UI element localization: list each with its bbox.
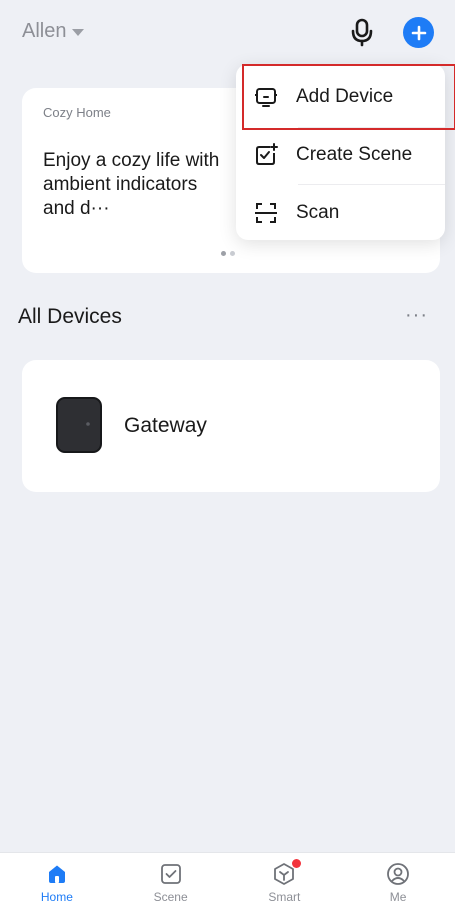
device-name: Gateway — [124, 414, 207, 437]
gateway-device-image — [55, 396, 103, 454]
tab-label: Smart — [268, 890, 301, 904]
menu-item-label: Add Device — [296, 86, 394, 107]
bottom-tab-bar: Home Scene Smart Me — [0, 852, 455, 910]
section-title: All Devices — [18, 305, 122, 328]
banner-pagination — [221, 251, 235, 256]
scene-icon — [160, 864, 181, 884]
home-name: Allen — [22, 20, 67, 42]
tab-label: Scene — [153, 890, 188, 904]
menu-item-create-scene[interactable]: Create Scene — [236, 126, 445, 184]
tab-label: Me — [389, 890, 407, 904]
tab-scene[interactable]: Scene — [114, 853, 228, 910]
add-device-icon — [254, 85, 278, 109]
banner-subtitle: Cozy Home — [43, 105, 111, 120]
plus-icon[interactable] — [403, 17, 434, 48]
microphone-icon[interactable] — [348, 17, 376, 47]
home-switcher[interactable]: Allen — [22, 20, 85, 43]
tab-label: Home — [40, 890, 73, 904]
menu-item-label: Create Scene — [296, 144, 413, 165]
notification-badge — [291, 859, 301, 868]
caret-down-icon — [72, 29, 85, 36]
pagination-dot-active — [221, 251, 226, 256]
top-bar: Allen — [0, 0, 455, 64]
banner-title: Enjoy a cozy life with ambient indicator… — [43, 150, 220, 219]
tab-home[interactable]: Home — [0, 853, 114, 910]
menu-item-add-device[interactable]: Add Device — [236, 68, 445, 126]
menu-item-label: Scan — [296, 202, 340, 223]
tab-me[interactable]: Me — [341, 853, 455, 910]
add-dropdown-menu: Add Device Create Scene Scan — [236, 64, 445, 240]
tab-smart[interactable]: Smart — [228, 853, 342, 910]
pagination-dot — [230, 251, 235, 256]
scan-icon — [254, 201, 278, 225]
device-card-gateway[interactable]: Gateway — [22, 360, 440, 492]
home-icon — [48, 865, 65, 883]
create-scene-icon — [254, 143, 278, 167]
profile-icon — [387, 863, 410, 885]
menu-item-scan[interactable]: Scan — [236, 184, 445, 242]
more-options-icon[interactable]: ··· — [405, 304, 428, 327]
